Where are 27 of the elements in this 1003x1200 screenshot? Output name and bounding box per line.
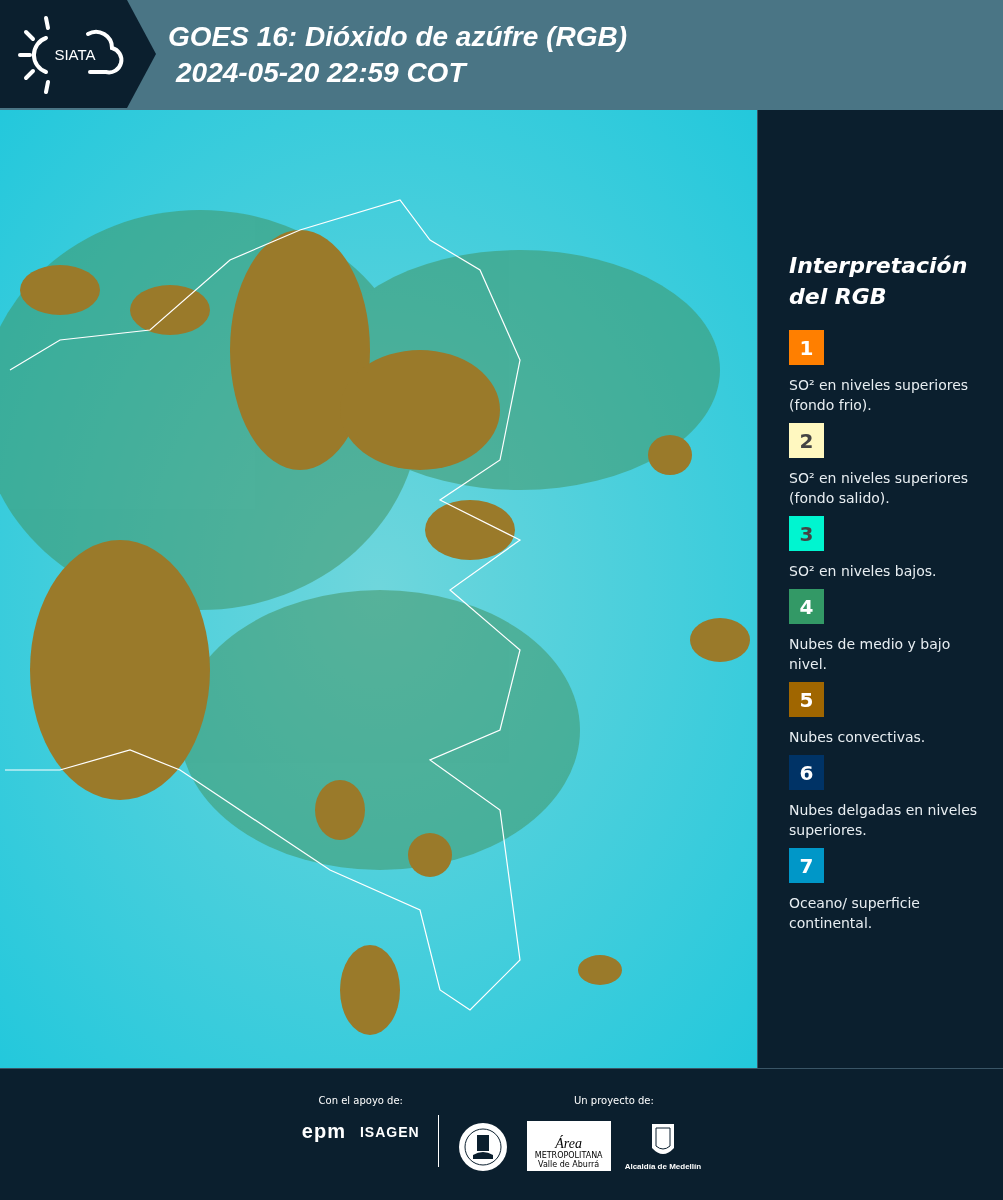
sponsor-logo: epm — [301, 1120, 346, 1143]
area-logo-subtitle: Valle de Aburrá — [538, 1159, 600, 1169]
sponsor-logo: ISAGEN — [360, 1123, 420, 1140]
alcaldia-logo-text: Alcaldía de Medellín — [624, 1162, 702, 1171]
area-logo-name: Área — [555, 1135, 582, 1151]
legend-description: SO² en niveles superiores (fondo salido). — [789, 469, 970, 508]
area-logo-subtitle: METROPOLITANA — [534, 1150, 603, 1160]
legend-swatch: 7 — [789, 848, 824, 883]
support-label: Con el apoyo de: — [318, 1095, 403, 1106]
legend-description: Oceano/ superficie continental. — [789, 894, 921, 933]
page-title: GOES 16: Dióxido de azúfre (RGB) — [168, 20, 627, 54]
legend-swatch: 3 — [789, 516, 824, 551]
legend-description: Nubes de medio y bajo nivel. — [789, 635, 952, 674]
project-label: Un proyecto de: — [573, 1095, 654, 1106]
legend-description: SO² en niveles bajos. — [789, 562, 938, 581]
legend-swatch: 4 — [789, 589, 824, 624]
sun-cloud-icon — [16, 14, 126, 94]
legend-description: Nubes convectivas. — [789, 728, 927, 747]
legend-swatch: 5 — [789, 682, 824, 717]
legend-swatch: 6 — [789, 755, 824, 790]
legend-description: Nubes delgadas en niveles superiores. — [789, 801, 979, 840]
legend-swatch: 1 — [789, 330, 824, 365]
legend-title: Interpretación del RGB — [789, 252, 969, 311]
legend-description: SO² en niveles superiores (fondo frio). — [789, 376, 970, 415]
timestamp: 2024-05-20 22:59 COT — [174, 56, 469, 90]
legend-swatch: 2 — [789, 423, 824, 458]
logo-text: SIATA — [54, 45, 96, 63]
